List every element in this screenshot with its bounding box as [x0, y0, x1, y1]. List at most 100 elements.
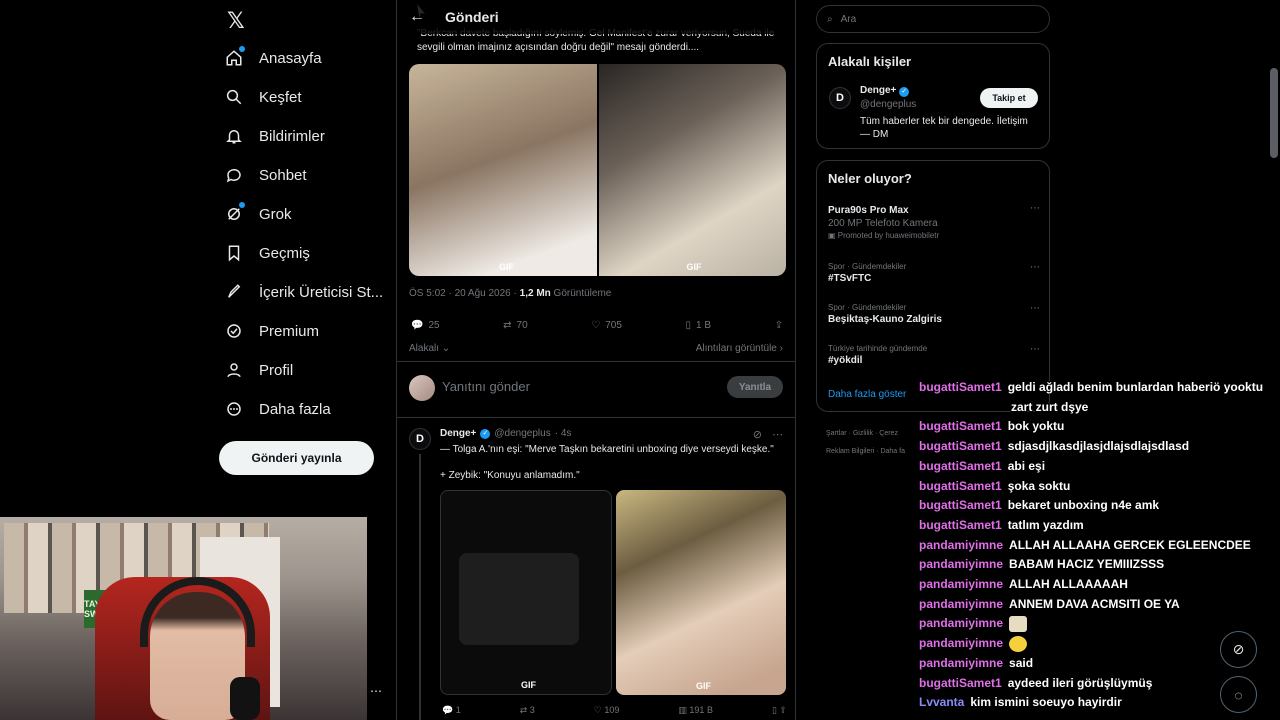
tweet-image-2[interactable]: GIF [598, 64, 786, 276]
chat-message: bugattiSamet1 bekaret unboxing n4e amk [919, 496, 1264, 516]
bookmark-action[interactable]: ▯ 1 B [685, 320, 711, 331]
search-icon: ⌕ [827, 13, 833, 25]
x-logo-icon[interactable]: 𝕏 [227, 8, 251, 33]
chat-message: pandamiyimne ALLAH ALLAAHA GERCEK EGLEENC… [919, 536, 1264, 556]
chat-username[interactable]: bugattiSamet1 [919, 498, 1002, 512]
chat-text: ALLAH ALLAAAAAH [1009, 577, 1128, 592]
chat-username[interactable]: pandamiyimne [919, 577, 1003, 591]
chat-username[interactable]: bugattiSamet1 [919, 479, 1002, 493]
back-arrow-icon[interactable]: ← [409, 8, 425, 26]
chat-username[interactable]: pandamiyimne [919, 636, 1003, 650]
tweet2-media[interactable]: GIF GIF [440, 490, 786, 695]
chat-screenshot [459, 553, 579, 645]
search-input[interactable]: ⌕ Ara [816, 5, 1050, 33]
tweet-image-1[interactable]: GIF [409, 64, 597, 276]
nav-label: Profil [259, 361, 294, 379]
chat-username[interactable]: bugattiSamet1 [919, 439, 1002, 453]
nav-item-messages[interactable]: Sohbet [223, 158, 307, 192]
chat-username[interactable]: bugattiSamet1 [919, 419, 1002, 433]
author-name[interactable]: Denge+ [440, 428, 476, 439]
reply-action[interactable]: 💬 25 [411, 320, 440, 331]
follow-button[interactable]: Takip et [980, 88, 1038, 108]
chat-username[interactable]: pandamiyimne [919, 656, 1003, 670]
bookmark-action[interactable]: ▯ ⇪ [772, 705, 787, 716]
nav-item-notifications[interactable]: Bildirimler [223, 119, 325, 153]
nav-item-creator-studio[interactable]: İçerik Üreticisi St... [223, 275, 383, 309]
scrollbar[interactable] [1270, 68, 1278, 158]
chat-icon [223, 164, 245, 186]
views-action[interactable]: ▥ 191 B [678, 705, 713, 716]
reply-button[interactable]: Yanıtla [727, 376, 783, 398]
tweet-age: · 4s [554, 428, 572, 439]
chat-username[interactable]: pandamiyimne [919, 557, 1003, 571]
post-button[interactable]: Gönderi yayınla [219, 441, 374, 475]
chat-username[interactable]: bugattiSamet1 [919, 459, 1002, 473]
nav-item-bookmarks[interactable]: Geçmiş [223, 236, 310, 270]
trend-item[interactable]: Pura90s Pro Max 200 MP Telefoto Kamera ▣… [828, 203, 1040, 240]
tweet2-image-2[interactable]: GIF [616, 490, 786, 695]
gif-badge: GIF [499, 262, 514, 272]
messages-icon[interactable]: ◌ [1220, 676, 1257, 713]
quotes-link[interactable]: Alıntıları görüntüle › [696, 343, 783, 354]
like-action[interactable]: ♡ 109 [594, 705, 620, 716]
show-more-link[interactable]: Daha fazla göster [828, 389, 906, 400]
more-icon [223, 398, 245, 420]
nav-item-home[interactable]: Anasayfa [223, 41, 322, 75]
tweet-time[interactable]: ÖS 5:02 · 20 Ağu 2026 · [409, 288, 517, 299]
nav-label: Geçmiş [259, 244, 310, 262]
like-action[interactable]: ♡ 705 [591, 320, 622, 331]
emote-yellow-icon [1009, 635, 1028, 652]
gif-badge: GIF [521, 680, 536, 690]
trend-item[interactable]: Spor · Gündemdekiler Beşiktaş-Kauno Zalg… [828, 303, 1040, 325]
main-column: ← Gönderi "Berkcan davete başladığını sö… [396, 0, 796, 720]
rocket-icon [223, 281, 245, 303]
chat-text: şoka soktu [1007, 478, 1071, 493]
nav-item-more[interactable]: Daha fazla [223, 392, 331, 426]
page-title: Gönderi [445, 9, 499, 25]
nav-item-premium[interactable]: Premium [223, 314, 319, 348]
avatar[interactable]: D [829, 87, 851, 109]
nav-item-explore[interactable]: Keşfet [223, 80, 302, 114]
person-name[interactable]: Denge+ ✓ [860, 85, 910, 97]
relevance-dropdown[interactable]: Alakalı ⌄ [409, 343, 450, 354]
nav-item-grok[interactable]: Grok [223, 197, 292, 231]
nav-label: İçerik Üreticisi St... [259, 283, 384, 301]
chat-username[interactable]: bugattiSamet1 [919, 676, 1002, 690]
chat-username[interactable]: pandamiyimne [919, 597, 1003, 611]
author-handle[interactable]: @dengeplus [494, 428, 550, 439]
share-action[interactable]: ⇪ [775, 320, 783, 331]
more-icon[interactable]: ⋯ [772, 428, 783, 441]
quotes-label: Alıntıları görüntüle [695, 343, 777, 354]
grok-icon[interactable]: ⊘ [1220, 631, 1257, 668]
trends-card: Neler oluyor? Pura90s Pro Max 200 MP Tel… [816, 160, 1050, 412]
avatar[interactable]: D [409, 428, 431, 450]
more-icon[interactable]: ⋯ [1030, 344, 1040, 355]
tweet2-tools: ⊘ ⋯ [753, 428, 783, 441]
more-icon[interactable]: ⋯ [1030, 262, 1040, 273]
chat-text: tatlım yazdım [1007, 517, 1084, 532]
more-icon[interactable]: ⋯ [370, 684, 382, 698]
reply-action[interactable]: 💬 1 [442, 705, 461, 716]
trend-title: Pura90s Pro Max [828, 205, 909, 216]
nav-item-profile[interactable]: Profil [223, 353, 293, 387]
repost-action[interactable]: ⇄ 3 [520, 705, 535, 716]
tweet2-image-1[interactable]: GIF [440, 490, 612, 695]
chat-username[interactable]: bugattiSamet1 [919, 518, 1002, 532]
chat-username[interactable]: pandamiyimne [919, 616, 1003, 630]
repost-action[interactable]: ⇄ 70 [503, 320, 528, 331]
grok-icon[interactable]: ⊘ [753, 428, 762, 441]
more-icon[interactable]: ⋯ [1030, 303, 1040, 314]
tweet-media[interactable]: GIF GIF [409, 64, 786, 276]
more-icon[interactable]: ⋯ [1030, 203, 1040, 214]
tweet2-header: Denge+ ✓ @dengeplus · 4s [440, 428, 571, 439]
search-icon [223, 86, 245, 108]
trend-item[interactable]: Türkiye tarihinde gündemde #yökdil ⋯ [828, 344, 1040, 366]
chat-username[interactable]: bugattiSamet1 [919, 380, 1002, 394]
chat-username[interactable]: pandamiyimne [919, 538, 1003, 552]
chat-username[interactable]: Lvvanta [919, 695, 964, 709]
reply-input[interactable]: Yanıtını gönder [442, 379, 530, 394]
repost-count: 70 [516, 320, 528, 331]
trend-item[interactable]: Spor · Gündemdekiler #TSvFTC ⋯ [828, 262, 1040, 284]
chat-message: pandamiyimne [919, 614, 1264, 634]
tweet-meta: ÖS 5:02 · 20 Ağu 2026 · 1,2 Mn Görüntüle… [409, 288, 611, 299]
